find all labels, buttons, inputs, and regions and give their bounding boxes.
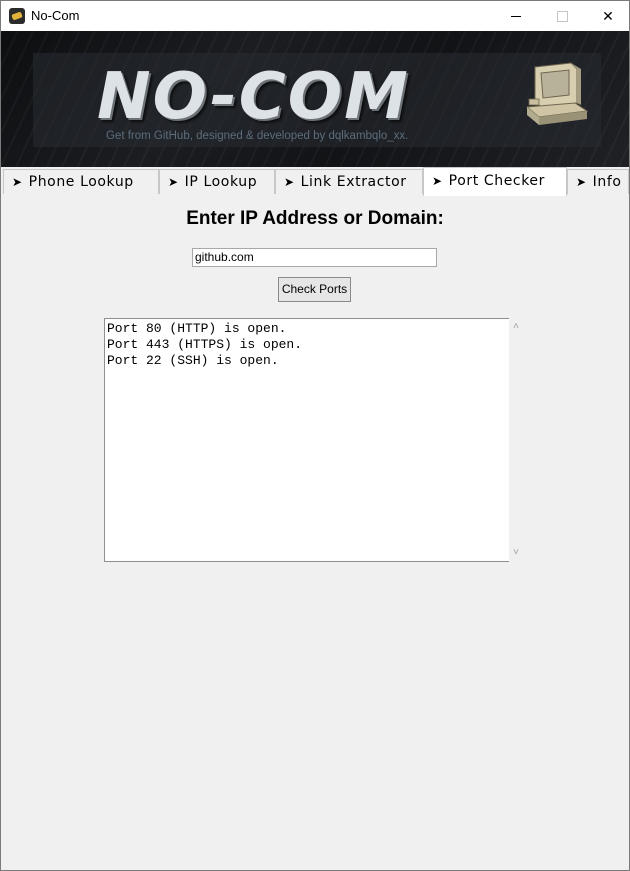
arrow-icon: ➤ xyxy=(284,175,295,189)
result-line: Port 22 (SSH) is open. xyxy=(107,353,279,368)
results-text: Port 80 (HTTP) is open. Port 443 (HTTPS)… xyxy=(107,321,503,369)
app-icon xyxy=(9,8,25,24)
tab-label: Info xyxy=(592,174,622,190)
minimize-button[interactable] xyxy=(493,1,539,31)
tab-ip-lookup[interactable]: ➤ IP Lookup xyxy=(159,169,275,194)
header-banner: NO-COM Get from GitHub, designed & devel… xyxy=(1,31,629,167)
results-scrollbar[interactable]: ˄ ˅ xyxy=(509,318,523,562)
result-line: Port 80 (HTTP) is open. xyxy=(107,321,287,336)
result-line: Port 443 (HTTPS) is open. xyxy=(107,337,303,352)
banner-tagline: Get from GitHub, designed & developed by… xyxy=(106,130,409,142)
port-checker-panel: Enter IP Address or Domain: github.com C… xyxy=(1,196,629,870)
title-bar: No-Com ✕ xyxy=(1,1,629,31)
tab-bar: ➤ Phone Lookup ➤ IP Lookup ➤ Link Extractor… xyxy=(1,167,629,197)
tab-label: Phone Lookup xyxy=(28,174,134,190)
tab-label: Port Checker xyxy=(448,173,545,189)
retro-computer-icon xyxy=(525,62,589,125)
check-ports-button[interactable]: Check Ports xyxy=(278,277,351,302)
maximize-icon xyxy=(556,10,568,22)
minimize-icon xyxy=(511,15,521,17)
app-window: No-Com ✕ NO-COM Get from GitHub, designe… xyxy=(0,0,630,871)
results-textarea[interactable]: Port 80 (HTTP) is open. Port 443 (HTTPS)… xyxy=(104,318,509,562)
logo-text: NO-COM xyxy=(97,60,410,134)
tab-label: IP Lookup xyxy=(184,174,258,190)
close-icon: ✕ xyxy=(602,7,614,24)
arrow-icon: ➤ xyxy=(576,175,587,189)
tab-port-checker[interactable]: ➤ Port Checker xyxy=(423,167,567,196)
tab-link-extractor[interactable]: ➤ Link Extractor xyxy=(275,169,423,194)
window-title: No-Com xyxy=(31,8,80,23)
arrow-icon: ➤ xyxy=(12,175,23,189)
maximize-button[interactable] xyxy=(539,1,585,31)
tab-info[interactable]: ➤ Info xyxy=(567,169,629,194)
scroll-up-icon[interactable]: ˄ xyxy=(509,319,523,333)
close-button[interactable]: ✕ xyxy=(585,1,629,31)
tab-label: Link Extractor xyxy=(300,174,407,190)
arrow-icon: ➤ xyxy=(168,175,179,189)
scroll-down-icon[interactable]: ˅ xyxy=(509,545,523,559)
ip-domain-input[interactable]: github.com xyxy=(192,248,437,267)
arrow-icon: ➤ xyxy=(432,174,443,188)
tab-phone-lookup[interactable]: ➤ Phone Lookup xyxy=(3,169,159,194)
page-title: Enter IP Address or Domain: xyxy=(186,208,444,229)
